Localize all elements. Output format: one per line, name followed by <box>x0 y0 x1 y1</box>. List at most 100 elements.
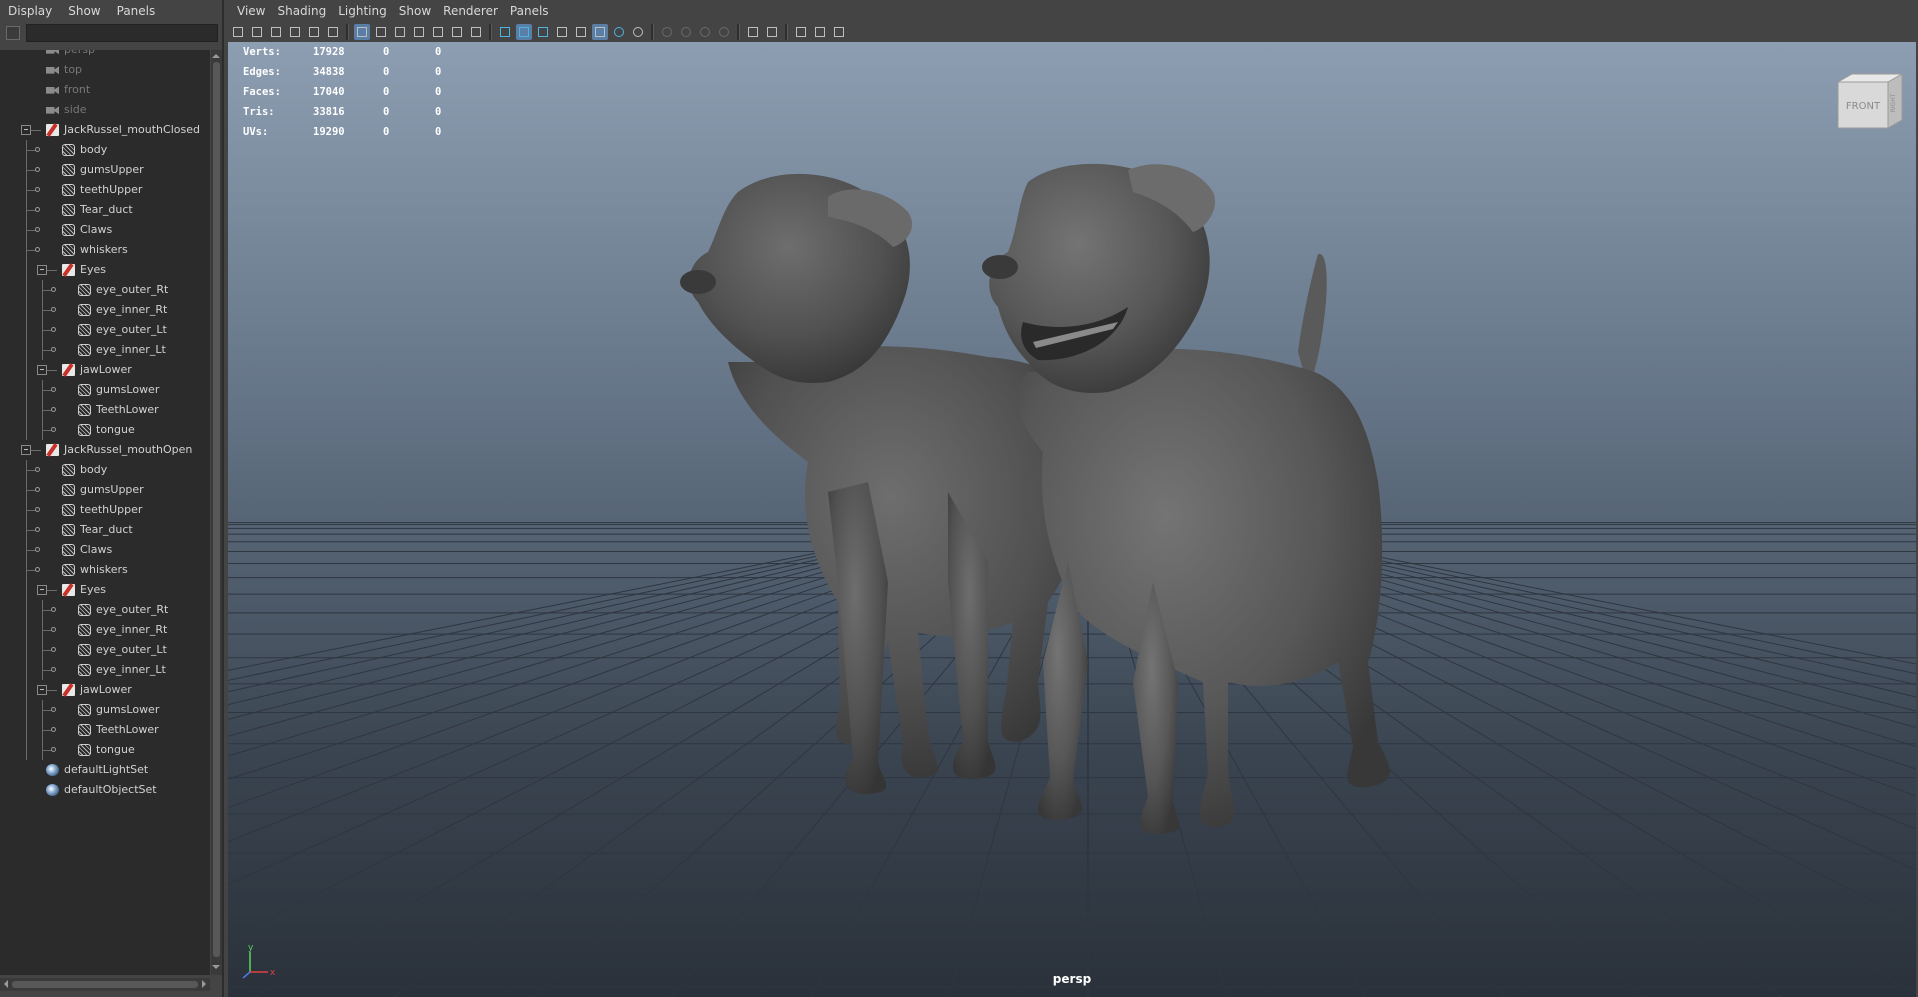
outliner-item-jawlower[interactable]: jawLower <box>0 360 210 380</box>
outliner-item-body[interactable]: body <box>0 460 210 480</box>
bookmark-icon[interactable] <box>268 24 284 40</box>
motion-blur-icon[interactable] <box>678 24 694 40</box>
safe-action-icon[interactable] <box>449 24 465 40</box>
outliner-item-body[interactable]: body <box>0 140 210 160</box>
outliner-item-jackrussel-mouthopen[interactable]: JackRussel_mouthOpen <box>0 440 210 460</box>
grid-icon[interactable] <box>354 24 370 40</box>
collapse-toggle-icon[interactable] <box>37 365 47 375</box>
shadows-icon[interactable] <box>630 24 646 40</box>
viewport-menu-renderer[interactable]: Renderer <box>437 0 504 22</box>
outliner-item-whiskers[interactable]: whiskers <box>0 240 210 260</box>
scroll-right-arrow-icon[interactable] <box>202 980 210 988</box>
collapse-toggle-icon[interactable] <box>21 445 31 455</box>
xray-active-icon[interactable] <box>793 24 809 40</box>
collapse-toggle-icon[interactable] <box>21 125 31 135</box>
outliner-item-eye-outer-rt[interactable]: eye_outer_Rt <box>0 600 210 620</box>
depth-of-field-icon[interactable] <box>716 24 732 40</box>
outliner-item-claws[interactable]: Claws <box>0 540 210 560</box>
outliner-tree[interactable]: persp top front side JackRussel_mouthClosedb… <box>0 50 210 975</box>
isolate-select-icon[interactable] <box>745 24 761 40</box>
outliner-item-defaultobjectset[interactable]: defaultObjectSet <box>0 780 210 800</box>
smooth-shade-icon[interactable] <box>516 24 532 40</box>
outliner-item-gumsupper[interactable]: gumsUpper <box>0 480 210 500</box>
hud-icon[interactable] <box>812 24 828 40</box>
outliner-item-eye-inner-rt[interactable]: eye_inner_Rt <box>0 300 210 320</box>
scroll-left-arrow-icon[interactable] <box>0 980 8 988</box>
outliner-item-jawlower[interactable]: jawLower <box>0 680 210 700</box>
outliner-vertical-scrollbar[interactable] <box>211 50 222 975</box>
outliner-item-gumslower[interactable]: gumsLower <box>0 380 210 400</box>
outliner-item-defaultlightset[interactable]: defaultLightSet <box>0 760 210 780</box>
outliner-item-jackrussel-mouthclosed[interactable]: JackRussel_mouthClosed <box>0 120 210 140</box>
outliner-item-tear-duct[interactable]: Tear_duct <box>0 520 210 540</box>
select-camera-icon[interactable] <box>230 24 246 40</box>
viewcube-widget[interactable]: FRONT RIGHT <box>1836 70 1906 132</box>
outliner-item-eye-outer-rt[interactable]: eye_outer_Rt <box>0 280 210 300</box>
xray-icon[interactable] <box>554 24 570 40</box>
outliner-horizontal-scrollbar[interactable] <box>0 978 210 991</box>
outliner-item-eye-inner-lt[interactable]: eye_inner_Lt <box>0 660 210 680</box>
safe-title-icon[interactable] <box>468 24 484 40</box>
viewcube-right-label[interactable]: RIGHT <box>1890 93 1897 112</box>
outliner-item-eye-inner-rt[interactable]: eye_inner_Rt <box>0 620 210 640</box>
outliner-item-tongue[interactable]: tongue <box>0 740 210 760</box>
xray-joints-icon[interactable] <box>764 24 780 40</box>
outliner-menu-panels[interactable]: Panels <box>109 0 164 22</box>
vertical-scroll-thumb[interactable] <box>213 62 220 957</box>
2d-pan-icon[interactable] <box>325 24 341 40</box>
grease-pencil-icon[interactable] <box>306 24 322 40</box>
outliner-item-gumsupper[interactable]: gumsUpper <box>0 160 210 180</box>
outliner-item-side[interactable]: side <box>0 100 210 120</box>
viewport-menu-shading[interactable]: Shading <box>271 0 332 22</box>
outliner-item-tear-duct[interactable]: Tear_duct <box>0 200 210 220</box>
horizontal-scroll-thumb[interactable] <box>12 981 198 988</box>
outliner-item-teethupper[interactable]: teethUpper <box>0 500 210 520</box>
outliner-search-input[interactable] <box>26 24 218 42</box>
field-chart-icon[interactable] <box>430 24 446 40</box>
3d-viewport[interactable]: Verts: 17928 0 0 Edges: 34838 0 0 Faces: 17040 0 0 T… <box>228 42 1916 997</box>
outliner-item-eyes[interactable]: Eyes <box>0 260 210 280</box>
outliner-menu-display[interactable]: Display <box>0 0 60 22</box>
collapse-toggle-icon[interactable] <box>37 585 47 595</box>
wireframe-icon[interactable] <box>497 24 513 40</box>
collapse-toggle-icon[interactable] <box>37 265 47 275</box>
gate-mask-icon[interactable] <box>411 24 427 40</box>
viewport-menu-view[interactable]: View <box>231 0 271 22</box>
image-plane-icon[interactable] <box>287 24 303 40</box>
outliner-item-teethlower[interactable]: TeethLower <box>0 400 210 420</box>
outliner-item-claws[interactable]: Claws <box>0 220 210 240</box>
outliner-item-tongue[interactable]: tongue <box>0 420 210 440</box>
outliner-item-teethupper[interactable]: teethUpper <box>0 180 210 200</box>
outliner-menu-show[interactable]: Show <box>60 0 108 22</box>
default-material-icon[interactable] <box>573 24 589 40</box>
resolution-gate-icon[interactable] <box>392 24 408 40</box>
outliner-item-persp[interactable]: persp <box>0 50 210 60</box>
ambient-occlusion-icon[interactable] <box>659 24 675 40</box>
dog-mouth-open-model[interactable] <box>982 163 1390 835</box>
backface-culling-icon[interactable] <box>831 24 847 40</box>
multisample-icon[interactable] <box>697 24 713 40</box>
outliner-item-teethlower[interactable]: TeethLower <box>0 720 210 740</box>
viewport-menu-lighting[interactable]: Lighting <box>332 0 393 22</box>
scroll-up-arrow-icon[interactable] <box>212 50 220 58</box>
outliner-item-gumslower[interactable]: gumsLower <box>0 700 210 720</box>
textured-icon[interactable] <box>592 24 608 40</box>
dog-models[interactable] <box>228 42 1916 997</box>
outliner-item-eyes[interactable]: Eyes <box>0 580 210 600</box>
film-gate-icon[interactable] <box>373 24 389 40</box>
outliner-item-eye-outer-lt[interactable]: eye_outer_Lt <box>0 640 210 660</box>
scroll-down-arrow-icon[interactable] <box>212 965 220 973</box>
outliner-item-eye-inner-lt[interactable]: eye_inner_Lt <box>0 340 210 360</box>
viewcube-front-label[interactable]: FRONT <box>1846 101 1881 112</box>
outliner-item-whiskers[interactable]: whiskers <box>0 560 210 580</box>
wireframe-on-shaded-icon[interactable] <box>535 24 551 40</box>
collapse-toggle-icon[interactable] <box>37 685 47 695</box>
viewport-menu-show[interactable]: Show <box>393 0 437 22</box>
outliner-item-eye-outer-lt[interactable]: eye_outer_Lt <box>0 320 210 340</box>
outliner-item-top[interactable]: top <box>0 60 210 80</box>
filter-icon[interactable] <box>6 26 20 40</box>
outliner-item-front[interactable]: front <box>0 80 210 100</box>
camera-attributes-icon[interactable] <box>249 24 265 40</box>
viewport-menu-panels[interactable]: Panels <box>504 0 555 22</box>
lights-icon[interactable] <box>611 24 627 40</box>
